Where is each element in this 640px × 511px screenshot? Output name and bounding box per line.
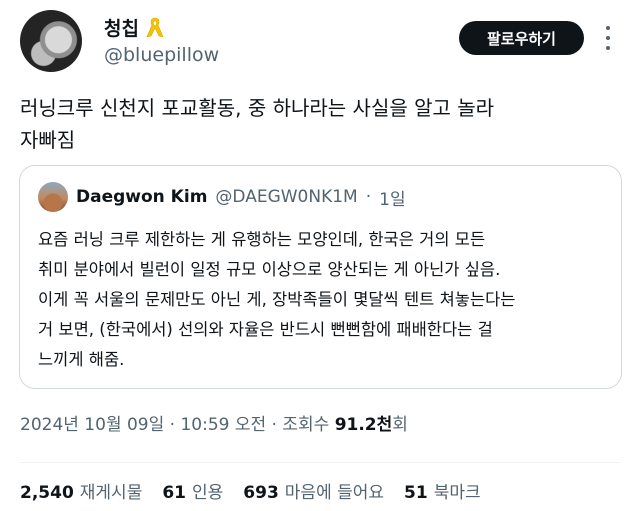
likes-stat[interactable]: 693 마음에 들어요 bbox=[243, 478, 384, 503]
likes-label: 마음에 들어요 bbox=[284, 483, 385, 503]
divider bbox=[20, 462, 620, 463]
quotes-stat[interactable]: 61 인용 bbox=[162, 478, 223, 503]
quoted-text-line: 거 보면, (한국에서) 선의와 자율은 반드시 뻔뻔함에 패배한다는 걸 bbox=[38, 320, 493, 339]
quoted-display-name: Daegwon Kim bbox=[76, 187, 208, 207]
reposts-count: 2,540 bbox=[20, 483, 74, 503]
quoted-tweet-text: 요즘 러닝 크루 제한하는 게 유행하는 모양인데, 한국은 거의 모든 취미 … bbox=[38, 225, 608, 375]
quoted-tweet-header: Daegwon Kim @DAEGW0NK1M · 1일 bbox=[38, 182, 406, 212]
reposts-label: 재게시물 bbox=[79, 483, 143, 503]
quoted-avatar bbox=[38, 182, 68, 212]
quotes-label: 인용 bbox=[192, 483, 224, 503]
display-name[interactable]: 청칩 bbox=[104, 14, 139, 41]
quoted-timestamp: 1일 bbox=[379, 189, 406, 210]
follow-button[interactable]: 팔로우하기 bbox=[459, 21, 584, 55]
quotes-count: 61 bbox=[162, 483, 187, 503]
quoted-text-line: 취미 분야에서 빌런이 일정 규모 이상으로 양산되는 게 아닌가 싶음. bbox=[38, 260, 501, 279]
yellow-ribbon-icon bbox=[146, 17, 164, 37]
avatar[interactable] bbox=[20, 10, 82, 72]
more-vertical-icon[interactable] bbox=[598, 26, 618, 50]
separator-dot: · bbox=[365, 187, 372, 207]
quoted-handle: @DAEGW0NK1M bbox=[215, 187, 358, 207]
tweet-meta: 2024년 10월 09일 · 10:59 오전 · 조회수 91.2천 회 bbox=[20, 410, 408, 435]
tweet-text-line: 자빠짐 bbox=[20, 128, 76, 152]
bookmarks-count: 51 bbox=[404, 483, 428, 503]
tweet-header: 청칩 @bluepillow 팔로우하기 bbox=[0, 0, 640, 80]
tweet-text: 러닝크루 신천지 포교활동, 중 하나라는 사실을 알고 놀라 자빠짐 bbox=[20, 92, 620, 156]
quoted-tweet-card[interactable]: Daegwon Kim @DAEGW0NK1M · 1일 요즘 러닝 크루 제한… bbox=[19, 165, 622, 389]
quoted-text-line: 요즘 러닝 크루 제한하는 게 유행하는 모양인데, 한국은 거의 모든 bbox=[38, 230, 486, 249]
reposts-stat[interactable]: 2,540 재게시물 bbox=[20, 478, 142, 503]
bookmarks-stat[interactable]: 51 북마크 bbox=[404, 478, 481, 503]
views-count: 91.2천 bbox=[334, 415, 393, 435]
tweet-text-line: 러닝크루 신천지 포교활동, 중 하나라는 사실을 알고 놀라 bbox=[20, 96, 495, 120]
views-suffix: 회 bbox=[392, 415, 408, 435]
engagement-stats: 2,540 재게시물 61 인용 693 마음에 들어요 51 북마크 bbox=[20, 478, 501, 503]
bookmarks-label: 북마크 bbox=[433, 483, 481, 503]
quoted-text-line: 이게 꼭 서울의 문제만도 아닌 게, 장박족들이 몇달씩 텐트 쳐놓는다는 bbox=[38, 290, 516, 309]
author-name-row: 청칩 bbox=[104, 14, 167, 41]
likes-count: 693 bbox=[243, 483, 279, 503]
author-handle[interactable]: @bluepillow bbox=[104, 44, 219, 66]
quoted-text-line: 느끼게 해줌. bbox=[38, 350, 125, 369]
tweet-datetime[interactable]: 2024년 10월 09일 · 10:59 오전 · 조회수 bbox=[20, 410, 335, 435]
